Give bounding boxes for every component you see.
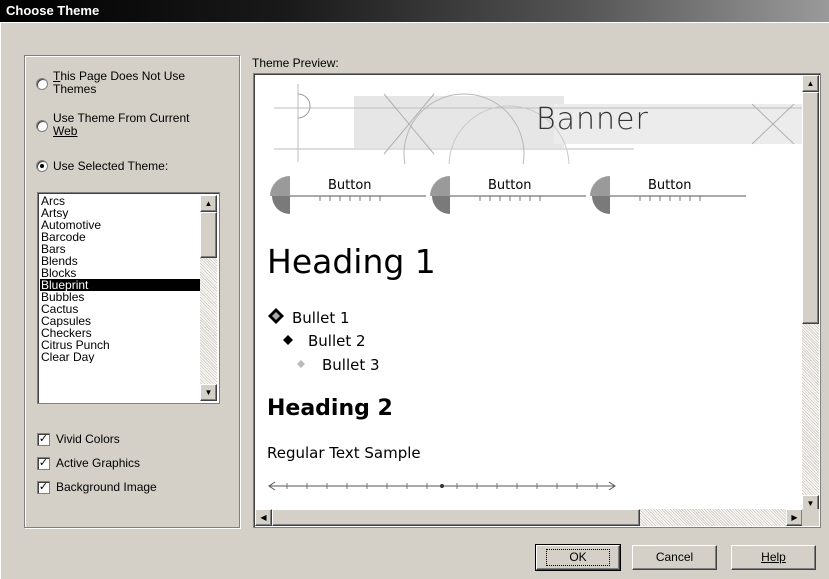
window-title: Choose Theme (6, 3, 100, 18)
theme-list-item[interactable]: Barcode (40, 231, 202, 243)
horizontal-rule-graphic (268, 481, 616, 491)
preview-nav-button-1: Button (268, 174, 428, 214)
selected-theme-label: Use Selected Theme: (53, 159, 169, 173)
current-web-label: Use Theme From Current Web (53, 112, 189, 138)
help-button[interactable]: Help (731, 545, 816, 570)
ok-button[interactable]: OK (535, 544, 621, 571)
scroll-up-button[interactable]: ▲ (200, 195, 217, 212)
background-image-checkbox[interactable]: ✓ (37, 480, 50, 494)
theme-preview-label: Theme Preview: (252, 56, 339, 70)
theme-preview-pane: Banner Button Button Button Heading 1 Bu… (253, 73, 821, 528)
theme-list-item[interactable]: Checkers (40, 327, 202, 339)
theme-list-scrollbar[interactable]: ▲ ▼ (200, 195, 217, 401)
no-themes-option[interactable]: This Page Does Not Use Themes (36, 70, 185, 96)
background-image-label: Background Image (56, 480, 157, 494)
no-themes-text-2: Themes (53, 82, 97, 96)
title-bar: Choose Theme (0, 0, 829, 22)
preview-bullet-2: Bullet 2 (308, 332, 366, 350)
preview-heading-1: Heading 1 (267, 242, 436, 281)
ok-label: OK (546, 549, 610, 566)
current-web-option[interactable]: Use Theme From Current Web (36, 112, 189, 138)
active-graphics-option[interactable]: ✓ Active Graphics (37, 456, 140, 470)
no-themes-radio[interactable] (36, 78, 48, 90)
scroll-corner (802, 509, 819, 526)
vivid-colors-checkbox[interactable]: ✓ (37, 432, 50, 446)
help-label: Help (761, 550, 786, 564)
theme-list-item[interactable]: Clear Day (40, 351, 202, 363)
no-themes-text-1: his Page Does Not Use (60, 69, 186, 83)
current-web-radio[interactable] (36, 120, 48, 132)
scroll-thumb[interactable] (200, 212, 217, 258)
preview-scroll-thumb-v[interactable] (802, 92, 819, 324)
vivid-colors-label: Vivid Colors (56, 432, 120, 446)
background-image-option[interactable]: ✓ Background Image (37, 480, 157, 494)
preview-nav-button-2: Button (428, 174, 588, 214)
theme-list-item[interactable]: Bars (40, 243, 202, 255)
theme-list[interactable]: Arcs Artsy Automotive Barcode Bars Blends Bloc… (40, 195, 202, 363)
theme-list-item[interactable]: Blends (40, 255, 202, 267)
theme-list-item[interactable]: Citrus Punch (40, 339, 202, 351)
preview-regular-text: Regular Text Sample (267, 444, 421, 462)
cancel-label: Cancel (655, 550, 694, 564)
diamond-bullet-icon (297, 360, 305, 368)
diamond-bullet-icon (268, 308, 284, 324)
selected-theme-radio[interactable] (36, 160, 48, 172)
theme-list-item[interactable]: Artsy (40, 207, 202, 219)
preview-nav-label-1: Button (328, 178, 372, 193)
banner-text: Banner (536, 102, 649, 137)
preview-heading-2: Heading 2 (267, 396, 393, 421)
theme-list-item[interactable]: Capsules (40, 315, 202, 327)
cancel-button[interactable]: Cancel (632, 545, 717, 570)
theme-list-item[interactable]: Arcs (40, 195, 202, 207)
preview-scroll-up-button[interactable]: ▲ (802, 75, 819, 92)
current-web-text-2: Web (53, 124, 78, 138)
preview-scroll-thumb-h[interactable] (272, 509, 640, 526)
preview-bullet-3: Bullet 3 (322, 356, 380, 374)
vivid-colors-option[interactable]: ✓ Vivid Colors (37, 432, 120, 446)
theme-list-item[interactable]: Automotive (40, 219, 202, 231)
selected-theme-option[interactable]: Use Selected Theme: (36, 158, 168, 174)
preview-scroll-right-button[interactable]: ▶ (786, 509, 803, 526)
theme-listbox[interactable]: Arcs Artsy Automotive Barcode Bars Blends Bloc… (37, 192, 220, 404)
theme-list-item[interactable]: Blueprint (40, 279, 202, 291)
preview-nav-label-3: Button (648, 178, 692, 193)
active-graphics-label: Active Graphics (56, 456, 141, 470)
preview-nav-button-3: Button (588, 174, 748, 214)
scroll-down-button[interactable]: ▼ (200, 384, 217, 401)
active-graphics-checkbox[interactable]: ✓ (37, 456, 50, 470)
theme-list-item[interactable]: Bubbles (40, 291, 202, 303)
diamond-bullet-icon (283, 335, 293, 345)
preview-bullet-1: Bullet 1 (292, 309, 350, 327)
preview-vertical-scrollbar[interactable]: ▲ ▼ (802, 75, 819, 512)
preview-nav-label-2: Button (488, 178, 532, 193)
theme-list-item[interactable]: Cactus (40, 303, 202, 315)
preview-horizontal-scrollbar[interactable]: ◀ ▶ (255, 509, 803, 526)
preview-scroll-left-button[interactable]: ◀ (255, 509, 272, 526)
no-themes-label: This Page Does Not Use Themes (53, 70, 185, 96)
theme-list-item[interactable]: Blocks (40, 267, 202, 279)
current-web-text-1: Use Theme From Current (53, 111, 190, 125)
